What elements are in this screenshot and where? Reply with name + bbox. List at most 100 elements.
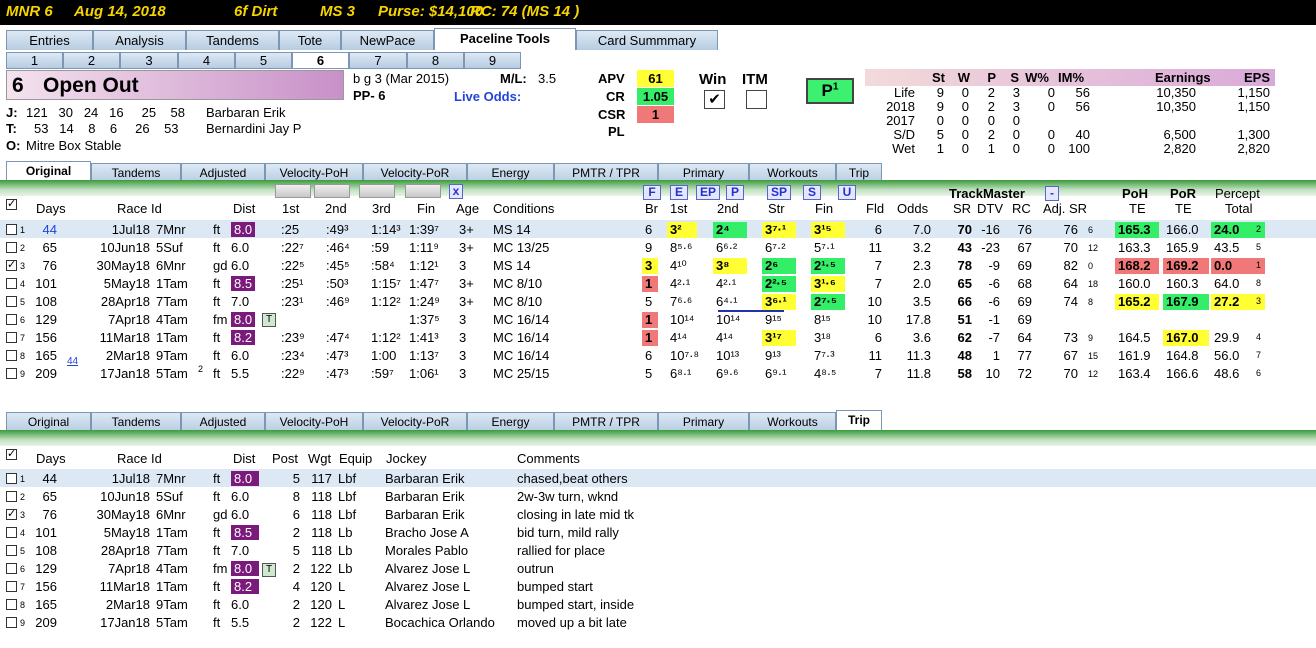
select-all-checkbox[interactable] [6,197,17,210]
trip-select-all-checkbox[interactable] [6,447,17,460]
race-tab-2[interactable]: 2 [63,52,120,69]
trip-row-checkbox[interactable] [6,617,17,628]
view-tab-velocity-poh[interactable]: Velocity-PoH [265,412,363,432]
trackmaster-minus-button[interactable]: - [1045,186,1059,201]
trip-row-checkbox[interactable] [6,527,17,538]
view-tab-velocity-por[interactable]: Velocity-PoR [363,412,467,432]
morning-line-value: 3.5 [538,71,557,86]
pp-surface: ft [213,240,221,255]
tab-card-summary[interactable]: Card Summmary [576,30,718,50]
trip-days: 156 [35,579,57,594]
view-tab-pmtr-tpr[interactable]: PMTR / TPR [554,412,658,432]
pp-row-checkbox[interactable] [6,350,17,361]
trip-track: 5Tam [156,615,188,630]
trip-row-checkbox[interactable] [6,545,17,556]
trip-row-checkbox[interactable] [6,491,17,502]
pp-sort-button[interactable] [359,184,395,198]
x-button[interactable]: x [449,184,463,199]
owner-name: Mitre Box Stable [26,138,122,153]
trip-row[interactable] [0,559,1316,577]
pace-filter-u[interactable]: U [838,185,856,200]
race-tab-1[interactable]: 1 [6,52,63,69]
trip-row-checkbox[interactable] [6,473,17,484]
pp-row-checkbox[interactable] [6,224,17,235]
race-tab-9[interactable]: 9 [464,52,521,69]
itm-checkbox[interactable] [746,90,767,109]
trip-comment: bumped start, inside [517,597,635,612]
tab-tandems[interactable]: Tandems [186,30,279,50]
trip-row-checkbox[interactable] [6,563,17,574]
pp-row-checkbox[interactable] [6,332,17,343]
view-tab-tandems[interactable]: Tandems [91,412,181,432]
pace-style-button[interactable]: P1 [806,78,854,104]
trip-equipment: L [338,579,346,594]
race-tab-3[interactable]: 3 [120,52,178,69]
race-tab-4[interactable]: 4 [178,52,235,69]
tab-paceline-tools[interactable]: Paceline Tools [434,28,576,50]
pp-sort-button[interactable] [275,184,311,198]
race-tab-5[interactable]: 5 [235,52,292,69]
pp-row-checkbox[interactable] [6,242,17,253]
tab-entries[interactable]: Entries [6,30,93,50]
pp-row-checkbox[interactable] [6,314,17,325]
pp-row-checkbox[interactable] [6,368,17,379]
trip-track: 6Mnr [156,507,186,522]
race-tab-7[interactable]: 7 [349,52,407,69]
view-tab-adjusted[interactable]: Adjusted [181,412,265,432]
pp-sort-button[interactable] [405,184,441,198]
pp-sort-button[interactable] [314,184,350,198]
race-tab-8[interactable]: 8 [407,52,464,69]
pp-date: 1Jul18 [111,222,150,237]
trip-row[interactable] [0,577,1316,595]
trip-row[interactable] [0,469,1316,487]
pp-percept-rank: 4 [1256,332,1262,342]
pp-row-checkbox[interactable] [6,258,17,271]
trip-row[interactable] [0,595,1316,613]
itm-label: ITM [742,71,768,88]
pp-days: 129 [35,312,57,327]
pace-style-number: 1 [832,81,839,93]
pp-age: 3+ [459,276,474,291]
trainer-name[interactable]: Bernardini Jay P [206,121,301,136]
pace-filter-s[interactable]: S [803,185,821,200]
pace-filter-e[interactable]: E [670,185,688,200]
pp-1st-call: 6⁸·¹ [670,366,692,381]
pp-adj-sr: 74 [1063,294,1078,309]
pace-filter-f[interactable]: F [643,185,661,200]
trip-row-checkbox[interactable] [6,581,17,592]
tab-tote[interactable]: Tote [279,30,341,50]
pace-filter-sp[interactable]: SP [767,185,791,200]
pp-final-time: 1:12¹ [409,258,439,273]
pp-track: 7Tam [156,294,188,309]
tab-newpace[interactable]: NewPace [341,30,434,50]
pace-filter-ep[interactable]: EP [696,185,720,200]
pp-conditions: MC 8/10 [493,294,543,309]
pp-row-checkbox[interactable] [6,278,17,289]
pp-row-checkbox[interactable] [6,296,17,307]
pp-2nd-call: 6⁹·⁶ [716,366,739,381]
view-tab-workouts[interactable]: Workouts [749,412,836,432]
trip-row[interactable] [0,487,1316,505]
apv-label: APV [598,71,625,86]
trip-jockey: Alvarez Jose L [385,561,471,576]
pp-row8-link[interactable]: 44 [67,356,78,367]
pp-speed-rating: 78 [957,258,972,273]
pp-days[interactable]: 44 [21,222,57,237]
tab-analysis[interactable]: Analysis [93,30,186,50]
trip-row[interactable] [0,523,1316,541]
pace-filter-p[interactable]: P [726,185,744,200]
view-tab-primary[interactable]: Primary [658,412,749,432]
view-tab-energy[interactable]: Energy [467,412,554,432]
pp-surface: ft [213,276,221,291]
trip-row-checkbox[interactable] [6,507,17,520]
trip-row[interactable] [0,541,1316,559]
jockey-name[interactable]: Barbaran Erik [206,105,285,120]
pp-surface: ft [213,330,221,345]
trip-row-checkbox[interactable] [6,599,17,610]
race-tab-6[interactable]: 6 [292,52,349,69]
trip-row[interactable] [0,613,1316,631]
view-tab-trip[interactable]: Trip [836,410,882,432]
trip-row[interactable] [0,505,1316,523]
view-tab-original[interactable]: Original [6,412,91,432]
win-checkbox[interactable]: ✔ [704,90,725,109]
